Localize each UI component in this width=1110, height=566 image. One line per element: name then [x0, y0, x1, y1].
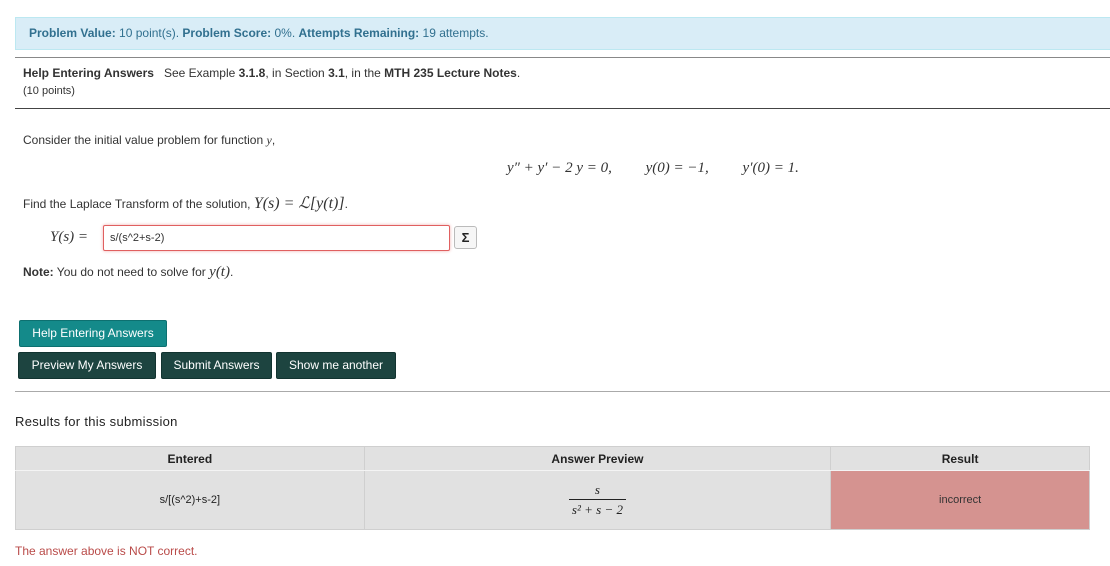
show-another-button[interactable]: Show me another: [276, 352, 396, 379]
ivp-equation: y″ + y′ − 2 y = 0, y(0) = −1, y′(0) = 1.: [507, 160, 799, 177]
laplace-expression: Y(s) = ℒ[y(t)]: [253, 195, 345, 212]
answer-label: Y(s) =: [50, 229, 89, 245]
result-status: incorrect: [830, 470, 1090, 530]
problem-status-bar: Problem Value: 10 point(s). Problem Scor…: [15, 17, 1110, 50]
in-section-text: , in Section: [265, 66, 325, 80]
problem-header: Help Entering Answers See Example 3.1.8,…: [23, 66, 520, 80]
attempts-remaining: 19 attempts.: [422, 26, 489, 40]
divider: [15, 108, 1110, 109]
divider: [15, 57, 1110, 58]
problem-value-label: Problem Value:: [29, 26, 116, 40]
intro-punct: ,: [271, 133, 276, 147]
feedback-message: The answer above is NOT correct.: [15, 544, 198, 558]
find-text: Find the Laplace Transform of the soluti…: [23, 197, 251, 211]
preview-numerator: s: [594, 482, 600, 497]
help-entering-answers-button[interactable]: Help Entering Answers: [19, 320, 167, 347]
header-period: .: [516, 66, 521, 80]
problem-score: 0%.: [274, 26, 296, 40]
initial-condition-1: y(0) = −1,: [645, 160, 709, 176]
initial-condition-2: y′(0) = 1.: [742, 160, 799, 176]
note-text: You do not need to solve for: [56, 265, 206, 279]
in-the-text: , in the: [344, 66, 381, 80]
results-table: Entered Answer Preview Result s/[(s^2)+s…: [15, 446, 1090, 530]
preview-denominator: s² + s − 2: [568, 499, 626, 518]
column-header-entered: Entered: [15, 446, 365, 471]
sigma-icon: Σ: [461, 230, 470, 245]
answer-preview: s s² + s − 2: [363, 470, 832, 530]
problem-points: (10 points): [23, 85, 75, 97]
ode-equation: y″ + y′ − 2 y = 0,: [507, 160, 612, 176]
table-row: s/[(s^2)+s-2] s s² + s − 2 incorrect: [15, 470, 1090, 530]
results-title: Results for this submission: [15, 414, 178, 429]
column-header-preview: Answer Preview: [363, 446, 832, 471]
attempts-remaining-label: Attempts Remaining:: [298, 26, 420, 40]
divider: [15, 391, 1110, 392]
submit-answers-button[interactable]: Submit Answers: [161, 352, 272, 379]
note: Note: You do not need to solve for y(t).: [23, 264, 233, 281]
answer-input[interactable]: [103, 225, 450, 251]
help-entering-answers-link[interactable]: Help Entering Answers: [23, 66, 154, 80]
lecture-notes-ref: MTH 235 Lecture Notes: [384, 66, 517, 80]
find-punct: .: [344, 197, 348, 211]
column-header-result: Result: [830, 446, 1090, 471]
note-label: Note:: [23, 265, 54, 279]
preview-answers-button[interactable]: Preview My Answers: [18, 352, 156, 379]
section-ref: 3.1: [328, 66, 345, 80]
problem-intro: Consider the initial value problem for f…: [23, 133, 275, 148]
results-header-row: Entered Answer Preview Result: [15, 446, 1090, 471]
entered-value: s/[(s^2)+s-2]: [15, 470, 365, 530]
find-prompt: Find the Laplace Transform of the soluti…: [23, 193, 348, 213]
preview-fraction: s s² + s − 2: [568, 482, 626, 518]
note-punct: .: [229, 265, 234, 279]
problem-score-label: Problem Score:: [182, 26, 272, 40]
see-text: See Example: [163, 66, 236, 80]
note-math: y(t): [209, 264, 230, 280]
intro-text: Consider the initial value problem for f…: [23, 133, 264, 147]
equation-editor-button[interactable]: Σ: [454, 226, 477, 249]
example-ref: 3.1.8: [238, 66, 266, 80]
problem-value: 10 point(s).: [119, 26, 180, 40]
